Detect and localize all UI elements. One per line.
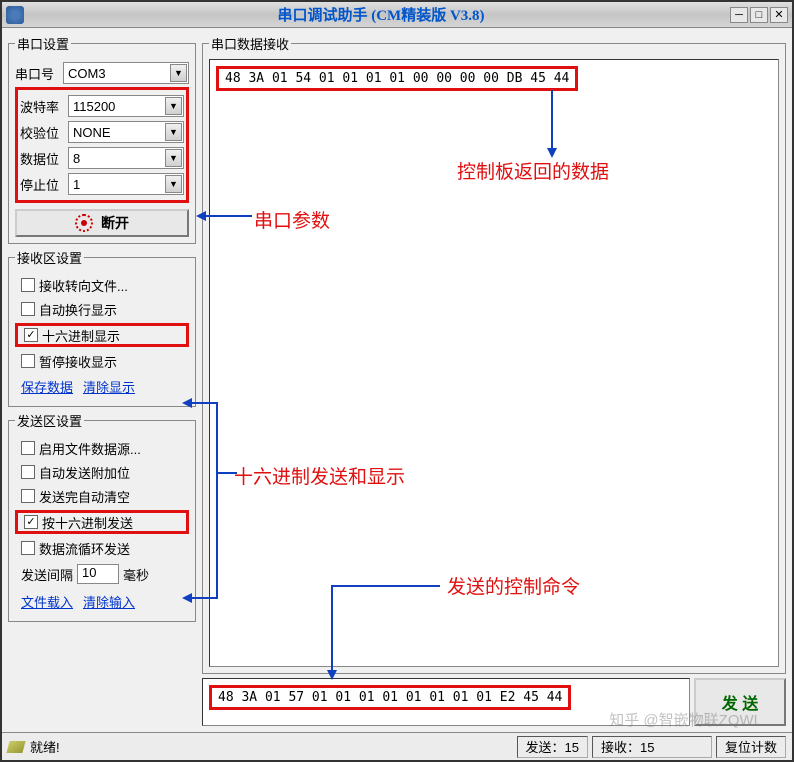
hex-send-label: 按十六进制发送 [42, 513, 133, 532]
cycle-send-row[interactable]: 数据流循环发送 [15, 536, 189, 560]
baud-value: 115200 [73, 99, 115, 114]
file-source-label: 启用文件数据源... [39, 439, 141, 458]
chevron-down-icon[interactable]: ▼ [165, 149, 182, 167]
sent-counter: 发送：15 [517, 736, 588, 758]
recv-settings-group: 接收区设置 接收转向文件... 自动换行显示 ✓ 十六进制显示 暂停接收显示 保… [8, 248, 196, 407]
port-combo[interactable]: COM3 ▼ [63, 62, 189, 84]
clear-input-link[interactable]: 清除输入 [83, 592, 135, 611]
clear-display-link[interactable]: 清除显示 [83, 377, 135, 396]
databits-label: 数据位 [20, 149, 68, 168]
status-ready: 就绪! [30, 737, 60, 756]
window-title: 串口调试助手 (CM精装版 V3.8) [32, 4, 730, 25]
recv-to-file-row[interactable]: 接收转向文件... [15, 273, 189, 297]
port-label: 串口号 [15, 64, 63, 83]
recv-data-text: 48 3A 01 54 01 01 01 01 00 00 00 00 DB 4… [216, 66, 578, 91]
right-panel: 串口数据接收 48 3A 01 54 01 01 01 01 00 00 00 … [202, 34, 786, 726]
auto-wrap-row[interactable]: 自动换行显示 [15, 297, 189, 321]
minimize-button[interactable]: ─ [730, 7, 748, 23]
recv-data-legend: 串口数据接收 [209, 34, 291, 53]
recv-to-file-label: 接收转向文件... [39, 276, 128, 295]
file-load-link[interactable]: 文件载入 [21, 592, 73, 611]
checkbox[interactable] [21, 278, 35, 292]
disconnect-button[interactable]: 断开 [15, 209, 189, 237]
recv-data-group: 串口数据接收 48 3A 01 54 01 01 01 01 00 00 00 … [202, 34, 786, 674]
send-settings-group: 发送区设置 启用文件数据源... 自动发送附加位 发送完自动清空 ✓ 按十六进制… [8, 411, 196, 622]
checkbox[interactable] [21, 465, 35, 479]
hex-send-row[interactable]: ✓ 按十六进制发送 [15, 510, 189, 534]
chevron-down-icon[interactable]: ▼ [165, 175, 182, 193]
checkbox[interactable] [21, 302, 35, 316]
maximize-button[interactable]: □ [750, 7, 768, 23]
checkbox[interactable] [21, 489, 35, 503]
reset-counter-button[interactable]: 复位计数 [716, 736, 786, 758]
pause-recv-row[interactable]: 暂停接收显示 [15, 349, 189, 373]
checkbox[interactable] [21, 541, 35, 555]
baud-combo[interactable]: 115200 ▼ [68, 95, 184, 117]
pause-recv-label: 暂停接收显示 [39, 352, 117, 371]
databits-combo[interactable]: 8 ▼ [68, 147, 184, 169]
hex-display-label: 十六进制显示 [42, 326, 120, 345]
auto-clear-label: 发送完自动清空 [39, 487, 130, 506]
parity-combo[interactable]: NONE ▼ [68, 121, 184, 143]
chevron-down-icon[interactable]: ▼ [165, 97, 182, 115]
send-button[interactable]: 发 送 [694, 678, 786, 726]
baud-label: 波特率 [20, 97, 68, 116]
recv-settings-legend: 接收区设置 [15, 248, 84, 267]
titlebar: 串口调试助手 (CM精装版 V3.8) ─ □ ✕ [2, 2, 792, 28]
auto-extra-label: 自动发送附加位 [39, 463, 130, 482]
send-textarea[interactable]: 48 3A 01 57 01 01 01 01 01 01 01 01 E2 4… [202, 678, 690, 726]
interval-label: 发送间隔 [21, 565, 73, 584]
app-icon [6, 6, 24, 24]
save-data-link[interactable]: 保存数据 [21, 377, 73, 396]
recv-textarea[interactable]: 48 3A 01 54 01 01 01 01 00 00 00 00 DB 4… [209, 59, 779, 667]
serial-settings-group: 串口设置 串口号 COM3 ▼ 波特率 115200 ▼ 校验位 [8, 34, 196, 244]
checkbox-checked[interactable]: ✓ [24, 515, 38, 529]
chevron-down-icon[interactable]: ▼ [165, 123, 182, 141]
auto-clear-row[interactable]: 发送完自动清空 [15, 484, 189, 508]
parity-label: 校验位 [20, 123, 68, 142]
interval-unit: 毫秒 [123, 565, 149, 584]
send-settings-legend: 发送区设置 [15, 411, 84, 430]
disconnect-label: 断开 [101, 213, 129, 233]
chevron-down-icon[interactable]: ▼ [170, 64, 187, 82]
stopbits-value: 1 [73, 177, 80, 192]
checkbox-checked[interactable]: ✓ [24, 328, 38, 342]
stopbits-label: 停止位 [20, 175, 68, 194]
left-panel: 串口设置 串口号 COM3 ▼ 波特率 115200 ▼ 校验位 [8, 34, 196, 726]
recv-counter: 接收：15 [592, 736, 712, 758]
port-value: COM3 [68, 66, 106, 81]
close-button[interactable]: ✕ [770, 7, 788, 23]
hex-display-row[interactable]: ✓ 十六进制显示 [15, 323, 189, 347]
stopbits-combo[interactable]: 1 ▼ [68, 173, 184, 195]
send-data-text: 48 3A 01 57 01 01 01 01 01 01 01 01 E2 4… [209, 685, 571, 710]
databits-value: 8 [73, 151, 80, 166]
file-source-row[interactable]: 启用文件数据源... [15, 436, 189, 460]
connection-icon [75, 214, 93, 232]
auto-extra-row[interactable]: 自动发送附加位 [15, 460, 189, 484]
interval-input[interactable]: 10 [77, 564, 119, 584]
cycle-send-label: 数据流循环发送 [39, 539, 130, 558]
status-icon [6, 741, 25, 753]
parity-value: NONE [73, 125, 111, 140]
statusbar: 就绪! 发送：15 接收：15 复位计数 [2, 732, 792, 760]
checkbox[interactable] [21, 441, 35, 455]
checkbox[interactable] [21, 354, 35, 368]
serial-settings-legend: 串口设置 [15, 34, 71, 53]
auto-wrap-label: 自动换行显示 [39, 300, 117, 319]
